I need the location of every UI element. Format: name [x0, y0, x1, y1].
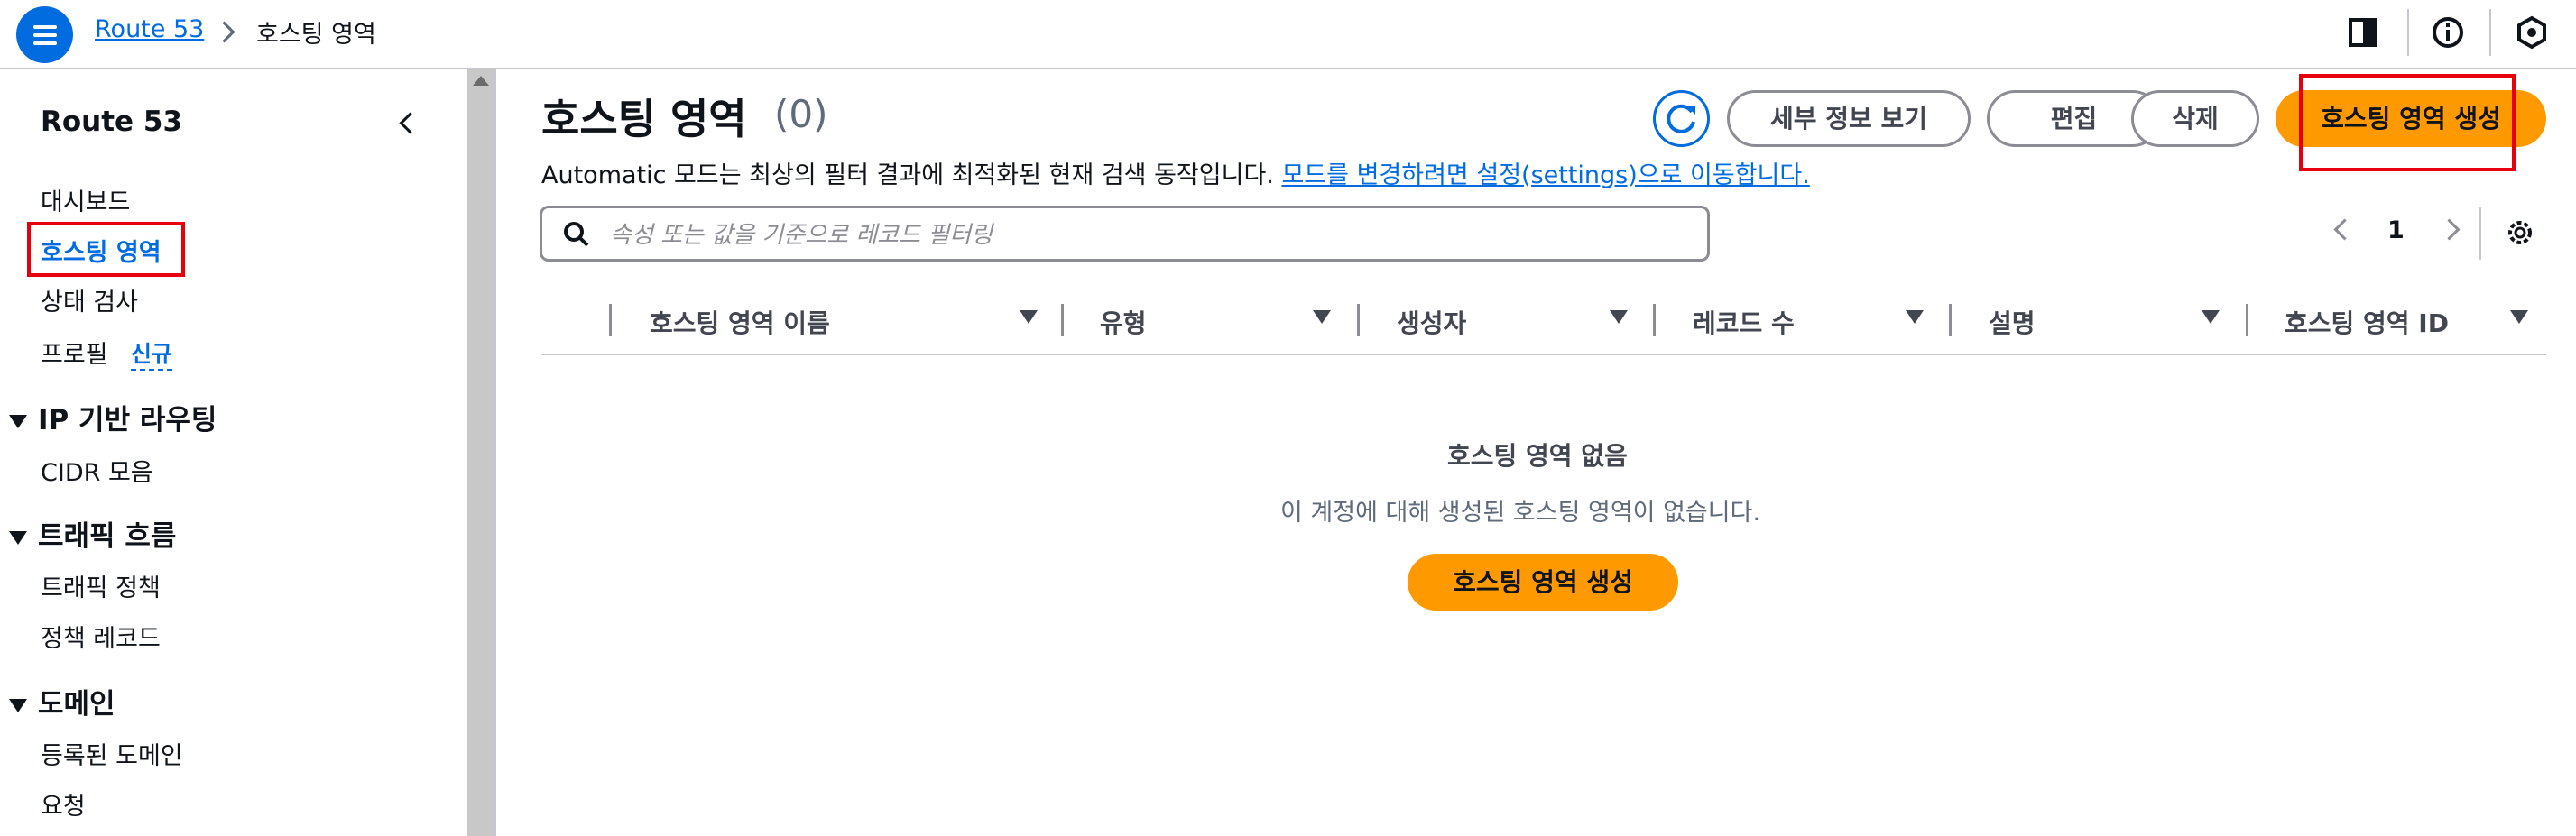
top-navigation-bar	[0, 0, 2576, 69]
sort-icon[interactable]	[1313, 310, 1331, 324]
column-description[interactable]: 설명	[1989, 304, 2036, 340]
sort-icon[interactable]	[2510, 310, 2528, 324]
hosted-zone-count: (0)	[774, 92, 828, 136]
search-mode-text: Automatic 모드는 최상의 필터 결과에 최적화된 현재 검색 동작입니…	[541, 161, 1274, 189]
sidebar-section-traffic-flow[interactable]: 트래픽 흐름	[9, 513, 176, 554]
change-mode-settings-link[interactable]: 모드를 변경하려면 설정(settings)으로 이동합니다.	[1281, 161, 1809, 189]
sidebar-item-requests[interactable]: 요청	[41, 786, 86, 822]
sidebar-item-hosted-zones[interactable]: 호스팅 영역	[41, 233, 162, 268]
empty-state-create-button[interactable]: 호스팅 영역 생성	[1408, 554, 1678, 611]
sidebar-section-domains[interactable]: 도메인	[9, 681, 115, 721]
gear-icon[interactable]	[2505, 217, 2535, 252]
column-separator	[1653, 304, 1656, 336]
column-hosted-zone-name[interactable]: 호스팅 영역 이름	[650, 304, 830, 340]
search-icon	[563, 221, 590, 252]
previous-page-icon[interactable]	[2333, 218, 2356, 241]
sidebar-item-health-checks[interactable]: 상태 검사	[41, 282, 138, 317]
sort-icon[interactable]	[1020, 310, 1038, 324]
expand-triangle-icon	[9, 415, 27, 428]
column-type[interactable]: 유형	[1100, 304, 1147, 340]
hexagon-settings-icon[interactable]	[2512, 13, 2552, 52]
column-record-count[interactable]: 레코드 수	[1693, 304, 1795, 340]
filter-placeholder: 속성 또는 값을 기준으로 레코드 필터링	[610, 222, 993, 249]
sidebar-item-policy-records[interactable]: 정책 레코드	[41, 619, 161, 654]
column-hosted-zone-id[interactable]: 호스팅 영역 ID	[2285, 304, 2449, 340]
panel-icon[interactable]	[2343, 13, 2383, 52]
toolbar-divider	[2489, 9, 2491, 56]
sidebar-item-traffic-policies[interactable]: 트래픽 정책	[41, 568, 161, 603]
search-mode-info: Automatic 모드는 최상의 필터 결과에 최적화된 현재 검색 동작입니…	[541, 155, 1810, 190]
refresh-icon	[1667, 104, 1695, 133]
sort-icon[interactable]	[1906, 310, 1924, 324]
column-separator	[1061, 304, 1064, 336]
sidebar-item-registered-domains[interactable]: 등록된 도메인	[41, 736, 183, 771]
column-separator	[1357, 304, 1360, 336]
hamburger-menu-icon[interactable]	[16, 6, 73, 63]
expand-triangle-icon	[9, 699, 27, 712]
breadcrumb-route53-link[interactable]: Route 53	[95, 15, 204, 43]
next-page-icon[interactable]	[2438, 218, 2461, 241]
sidebar-item-profiles[interactable]: 프로필	[41, 335, 108, 370]
empty-state-title: 호스팅 영역 없음	[1447, 441, 1628, 471]
sidebar-item-dashboard[interactable]: 대시보드	[41, 182, 130, 217]
sidebar-section-label: 도메인	[38, 688, 115, 721]
sidebar-section-label: IP 기반 라우팅	[38, 404, 217, 436]
highlight-box	[2299, 74, 2516, 171]
info-icon[interactable]	[2428, 13, 2468, 52]
pager-divider	[2479, 207, 2481, 260]
sidebar-section-ip-routing[interactable]: IP 기반 라우팅	[9, 397, 217, 437]
column-created-by[interactable]: 생성자	[1397, 304, 1466, 340]
sidebar-section-label: 트래픽 흐름	[38, 520, 177, 553]
scroll-up-icon[interactable]	[473, 76, 489, 86]
column-separator	[1949, 304, 1952, 336]
current-page-number[interactable]: 1	[2387, 216, 2405, 244]
refresh-button[interactable]	[1653, 90, 1710, 147]
column-separator	[609, 304, 612, 336]
delete-button[interactable]: 삭제	[2131, 90, 2259, 147]
scrollbar[interactable]	[467, 69, 494, 836]
empty-state-description: 이 계정에 대해 생성된 호스팅 영역이 없습니다.	[1280, 499, 1761, 527]
sort-icon[interactable]	[2202, 310, 2220, 324]
page-title: 호스팅 영역	[541, 95, 747, 143]
column-separator	[2246, 304, 2248, 336]
sidebar-item-cidr-collections[interactable]: CIDR 모음	[41, 453, 153, 488]
expand-triangle-icon	[9, 531, 27, 545]
view-details-button[interactable]: 세부 정보 보기	[1727, 90, 1971, 147]
toolbar-divider	[2407, 9, 2409, 56]
sidenav-title: Route 53	[41, 106, 183, 138]
sort-icon[interactable]	[1610, 310, 1628, 324]
breadcrumb-current: 호스팅 영역	[256, 21, 376, 49]
content-divider	[494, 69, 496, 836]
new-badge: 신규	[131, 336, 173, 371]
